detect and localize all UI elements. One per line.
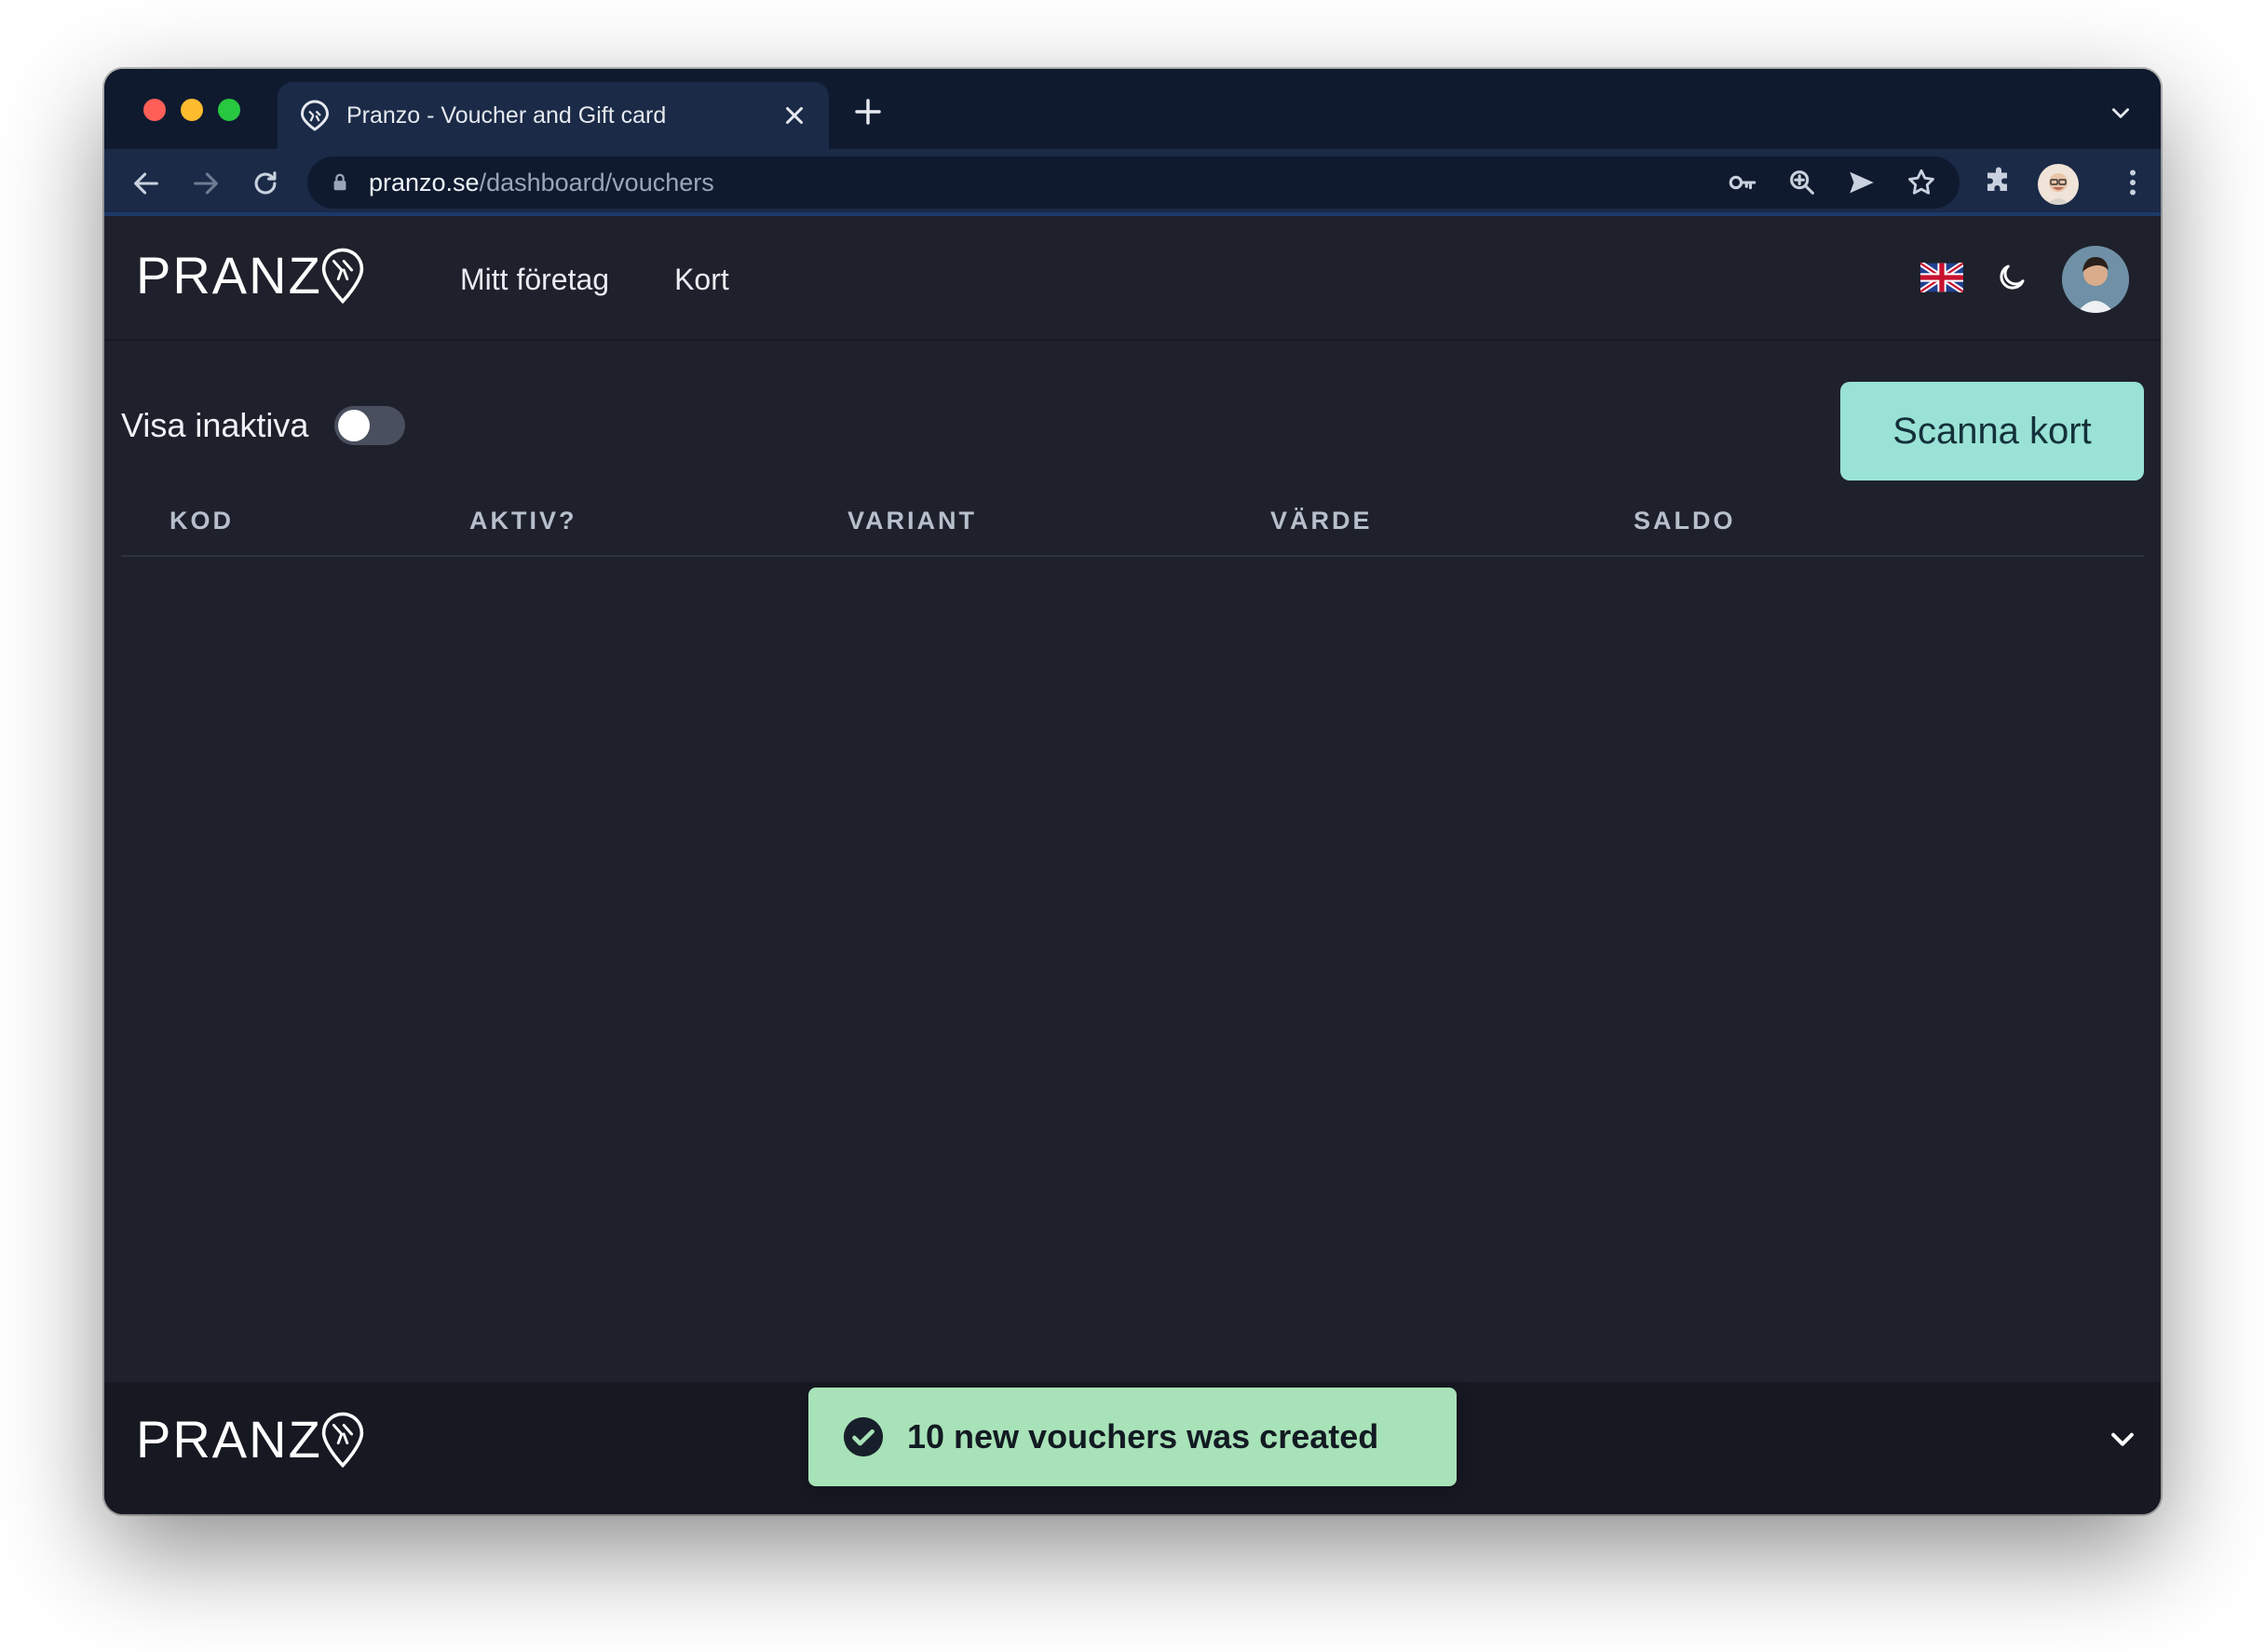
user-avatar[interactable] [2062,246,2129,313]
zoom-icon[interactable] [1786,167,1818,198]
uk-flag-icon[interactable] [1920,263,1963,292]
check-circle-icon [843,1416,884,1457]
column-header-aktiv[interactable]: AKTIV? [469,507,577,535]
toast-message: 10 new vouchers was created [907,1417,1379,1456]
browser-window: Pranzo - Voucher and Gift card pranzo.se… [104,69,2161,1514]
logo-pin-icon [321,248,363,304]
browser-tab-active[interactable]: Pranzo - Voucher and Gift card [278,82,829,149]
close-window-button[interactable] [143,99,166,121]
bookmark-star-icon[interactable] [1906,167,1937,198]
back-arrow-icon[interactable] [130,168,162,199]
show-inactive-label: Visa inaktiva [121,406,309,444]
success-toast: 10 new vouchers was created [808,1388,1457,1486]
user-photo-icon [2062,246,2129,313]
footer-logo[interactable]: PRANZ [136,1412,365,1468]
nav-mitt-foretag[interactable]: Mitt företag [460,263,609,297]
address-bar[interactable]: pranzo.se/dashboard/vouchers [307,156,1960,209]
tab-search-chevron-icon[interactable] [2109,101,2133,125]
lock-icon [333,173,346,191]
pranzo-favicon-icon [300,100,330,131]
show-inactive-toggle[interactable] [334,406,406,445]
browser-menu-dots-icon[interactable] [2116,166,2150,199]
key-icon[interactable] [1727,167,1758,198]
footer-logo-pin-icon [321,1412,363,1468]
scan-card-button[interactable]: Scanna kort [1840,382,2144,481]
column-header-kod[interactable]: KOD [170,507,234,535]
tab-close-icon[interactable] [780,102,808,129]
reload-icon[interactable] [250,168,281,199]
toggle-knob [338,410,371,441]
column-header-varde[interactable]: VÄRDE [1270,507,1373,535]
column-header-saldo[interactable]: SALDO [1634,507,1736,535]
show-inactive-filter: Visa inaktiva [121,406,406,445]
browser-profile-avatar[interactable] [2038,164,2079,205]
tab-title: Pranzo - Voucher and Gift card [346,102,667,129]
tab-strip: Pranzo - Voucher and Gift card [104,69,2161,149]
app-header: PRANZ Mitt företag Kort [104,220,2161,341]
chevron-down-icon[interactable] [2107,1423,2138,1455]
nav-kort[interactable]: Kort [674,263,729,297]
vouchers-table-header: KOD AKTIV? VARIANT VÄRDE SALDO [121,492,2144,557]
forward-arrow-icon[interactable] [190,168,222,199]
new-tab-icon[interactable] [853,97,883,127]
moon-icon[interactable] [1995,261,2028,294]
profile-face-icon [2047,173,2069,205]
send-icon[interactable] [1846,167,1878,198]
extensions-puzzle-icon[interactable] [1982,166,2015,199]
maximize-window-button[interactable] [218,99,240,121]
column-header-variant[interactable]: VARIANT [848,507,977,535]
app-page: PRANZ Mitt företag Kort Visa inaktiva Sc… [104,220,2161,1514]
browser-toolbar: pranzo.se/dashboard/vouchers [104,149,2161,216]
url-text: pranzo.se/dashboard/vouchers [369,168,714,196]
main-nav: Mitt företag Kort [460,263,729,297]
minimize-window-button[interactable] [181,99,203,121]
pranzo-logo[interactable]: PRANZ [136,248,365,304]
